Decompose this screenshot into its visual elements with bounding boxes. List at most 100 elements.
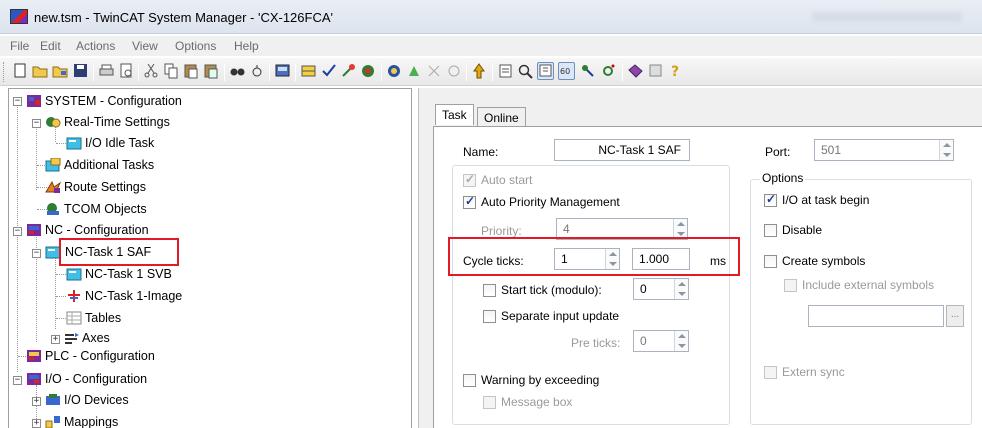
name-label: Name:	[463, 145, 499, 159]
tree-item-mappings[interactable]: Mappings	[64, 415, 118, 428]
tab-online[interactable]: Online	[477, 107, 526, 128]
tree-item-io-config[interactable]: I/O - Configuration	[45, 372, 147, 386]
find-next-icon[interactable]	[249, 62, 266, 80]
copy-icon[interactable]	[163, 62, 180, 80]
paste-with-links-icon[interactable]	[203, 62, 220, 80]
create-symbols-checkbox[interactable]	[764, 255, 777, 268]
auto-start-checkbox[interactable]	[463, 172, 476, 187]
target-browser-icon[interactable]	[580, 62, 597, 80]
svg-text:?: ?	[671, 64, 679, 80]
tree-item-io-devices[interactable]: I/O Devices	[64, 393, 129, 407]
toolbar-grip[interactable]	[3, 62, 6, 82]
activate-config-icon[interactable]	[340, 62, 357, 80]
tree-connector	[56, 143, 66, 144]
menu-options[interactable]: Options	[175, 39, 216, 53]
start-tick-spinner[interactable]	[674, 279, 688, 299]
tree-item-nc-config[interactable]: NC - Configuration	[45, 223, 149, 237]
help-icon[interactable]: ?	[667, 62, 684, 80]
print-icon[interactable]	[98, 62, 115, 80]
task-icon	[66, 267, 82, 281]
choose-target-icon[interactable]	[600, 62, 617, 80]
show-online-data-icon[interactable]	[497, 62, 514, 80]
disable-label: Disable	[782, 223, 823, 237]
external-symbols-field[interactable]	[808, 305, 944, 327]
image-icon	[66, 289, 82, 303]
pre-ticks-label: Pre ticks:	[571, 336, 621, 350]
tree-item-axes[interactable]: Axes	[82, 331, 110, 345]
auto-priority-checkbox[interactable]	[463, 194, 476, 209]
info-icon[interactable]	[647, 62, 664, 80]
scan-icon[interactable]	[426, 62, 443, 80]
name-field[interactable]: NC-Task 1 SAF	[554, 139, 690, 161]
save-icon[interactable]	[72, 62, 89, 80]
find-icon[interactable]	[229, 62, 246, 80]
toolbar-separator	[224, 63, 225, 81]
menu-actions[interactable]: Actions	[76, 39, 115, 53]
pre-ticks-value: 0	[640, 334, 647, 348]
start-tick-checkbox[interactable]	[483, 284, 496, 297]
tree-item-additional-tasks[interactable]: Additional Tasks	[64, 158, 154, 172]
zoom-icon[interactable]	[517, 62, 534, 80]
paste-icon[interactable]	[183, 62, 200, 80]
tree-item-realtime-settings[interactable]: Real-Time Settings	[64, 115, 170, 129]
message-box-checkbox[interactable]	[483, 396, 496, 409]
menu-file[interactable]: File	[10, 39, 29, 53]
tree-item-system-config[interactable]: SYSTEM - Configuration	[45, 94, 182, 108]
tree-item-tcom-objects[interactable]: TCOM Objects	[64, 202, 147, 216]
pre-ticks-field[interactable]: 0	[633, 330, 689, 352]
io-at-begin-label: I/O at task begin	[782, 193, 870, 207]
tree-item-io-idle-task[interactable]: I/O Idle Task	[85, 136, 154, 150]
port-spinner[interactable]	[939, 140, 953, 160]
options-group	[750, 179, 972, 425]
set-run-mode-icon[interactable]	[360, 62, 377, 80]
pre-ticks-spinner[interactable]	[674, 331, 688, 351]
tree-item-tables[interactable]: Tables	[85, 311, 121, 325]
disable-checkbox[interactable]	[764, 224, 777, 237]
include-external-checkbox[interactable]	[784, 279, 797, 292]
tree-item-plc-config[interactable]: PLC - Configuration	[45, 349, 155, 363]
menu-help[interactable]: Help	[234, 39, 259, 53]
toolbar-separator	[492, 63, 493, 81]
new-icon[interactable]	[12, 62, 29, 80]
priority-spinner[interactable]	[673, 219, 687, 239]
expand-toggle[interactable]: −	[32, 119, 41, 128]
show-sub-items-icon[interactable]	[537, 62, 554, 80]
expand-toggle[interactable]: +	[32, 397, 41, 406]
expand-toggle[interactable]: +	[51, 335, 60, 344]
set-config-mode-icon[interactable]	[386, 62, 403, 80]
menu-view[interactable]: View	[132, 39, 158, 53]
force-icon[interactable]	[471, 62, 488, 80]
expand-toggle[interactable]: −	[32, 249, 41, 258]
security-icon[interactable]	[627, 62, 644, 80]
tab-task[interactable]: Task	[435, 104, 474, 125]
warning-checkbox[interactable]	[463, 374, 476, 387]
print-preview-icon[interactable]	[118, 62, 135, 80]
solution-tree[interactable]: − SYSTEM - Configuration − Real-Time Set…	[8, 88, 412, 428]
browse-button[interactable]: ...	[946, 305, 964, 327]
open-from-target-icon[interactable]	[52, 62, 69, 80]
toggle-free-run-icon[interactable]	[446, 62, 463, 80]
separate-input-checkbox[interactable]	[483, 310, 496, 323]
generate-mappings-icon[interactable]	[300, 62, 317, 80]
menu-bar: File Edit Actions View Options Help	[0, 36, 982, 56]
tree-item-route-settings[interactable]: Route Settings	[64, 180, 146, 194]
activate-icon[interactable]	[274, 62, 291, 80]
expand-toggle[interactable]: −	[13, 227, 22, 236]
port-field[interactable]: 501	[814, 139, 954, 161]
expand-toggle[interactable]: −	[13, 97, 22, 106]
menu-edit[interactable]: Edit	[40, 39, 61, 53]
tree-connector	[56, 318, 66, 319]
cut-icon[interactable]	[143, 62, 160, 80]
reload-devices-icon[interactable]	[406, 62, 423, 80]
start-tick-field[interactable]: 0	[633, 278, 689, 300]
check-icon[interactable]	[320, 62, 337, 80]
tree-item-nc-task-svb[interactable]: NC-Task 1 SVB	[85, 267, 172, 281]
expand-toggle[interactable]: +	[32, 419, 41, 428]
io-at-begin-checkbox[interactable]	[764, 192, 777, 207]
tree-item-nc-task-image[interactable]: NC-Task 1-Image	[85, 289, 182, 303]
priority-label: Priority:	[481, 224, 522, 238]
scope-icon[interactable]: 60	[558, 62, 575, 80]
extern-sync-checkbox[interactable]	[764, 366, 777, 379]
expand-toggle[interactable]: −	[13, 376, 22, 385]
open-icon[interactable]	[32, 62, 49, 80]
